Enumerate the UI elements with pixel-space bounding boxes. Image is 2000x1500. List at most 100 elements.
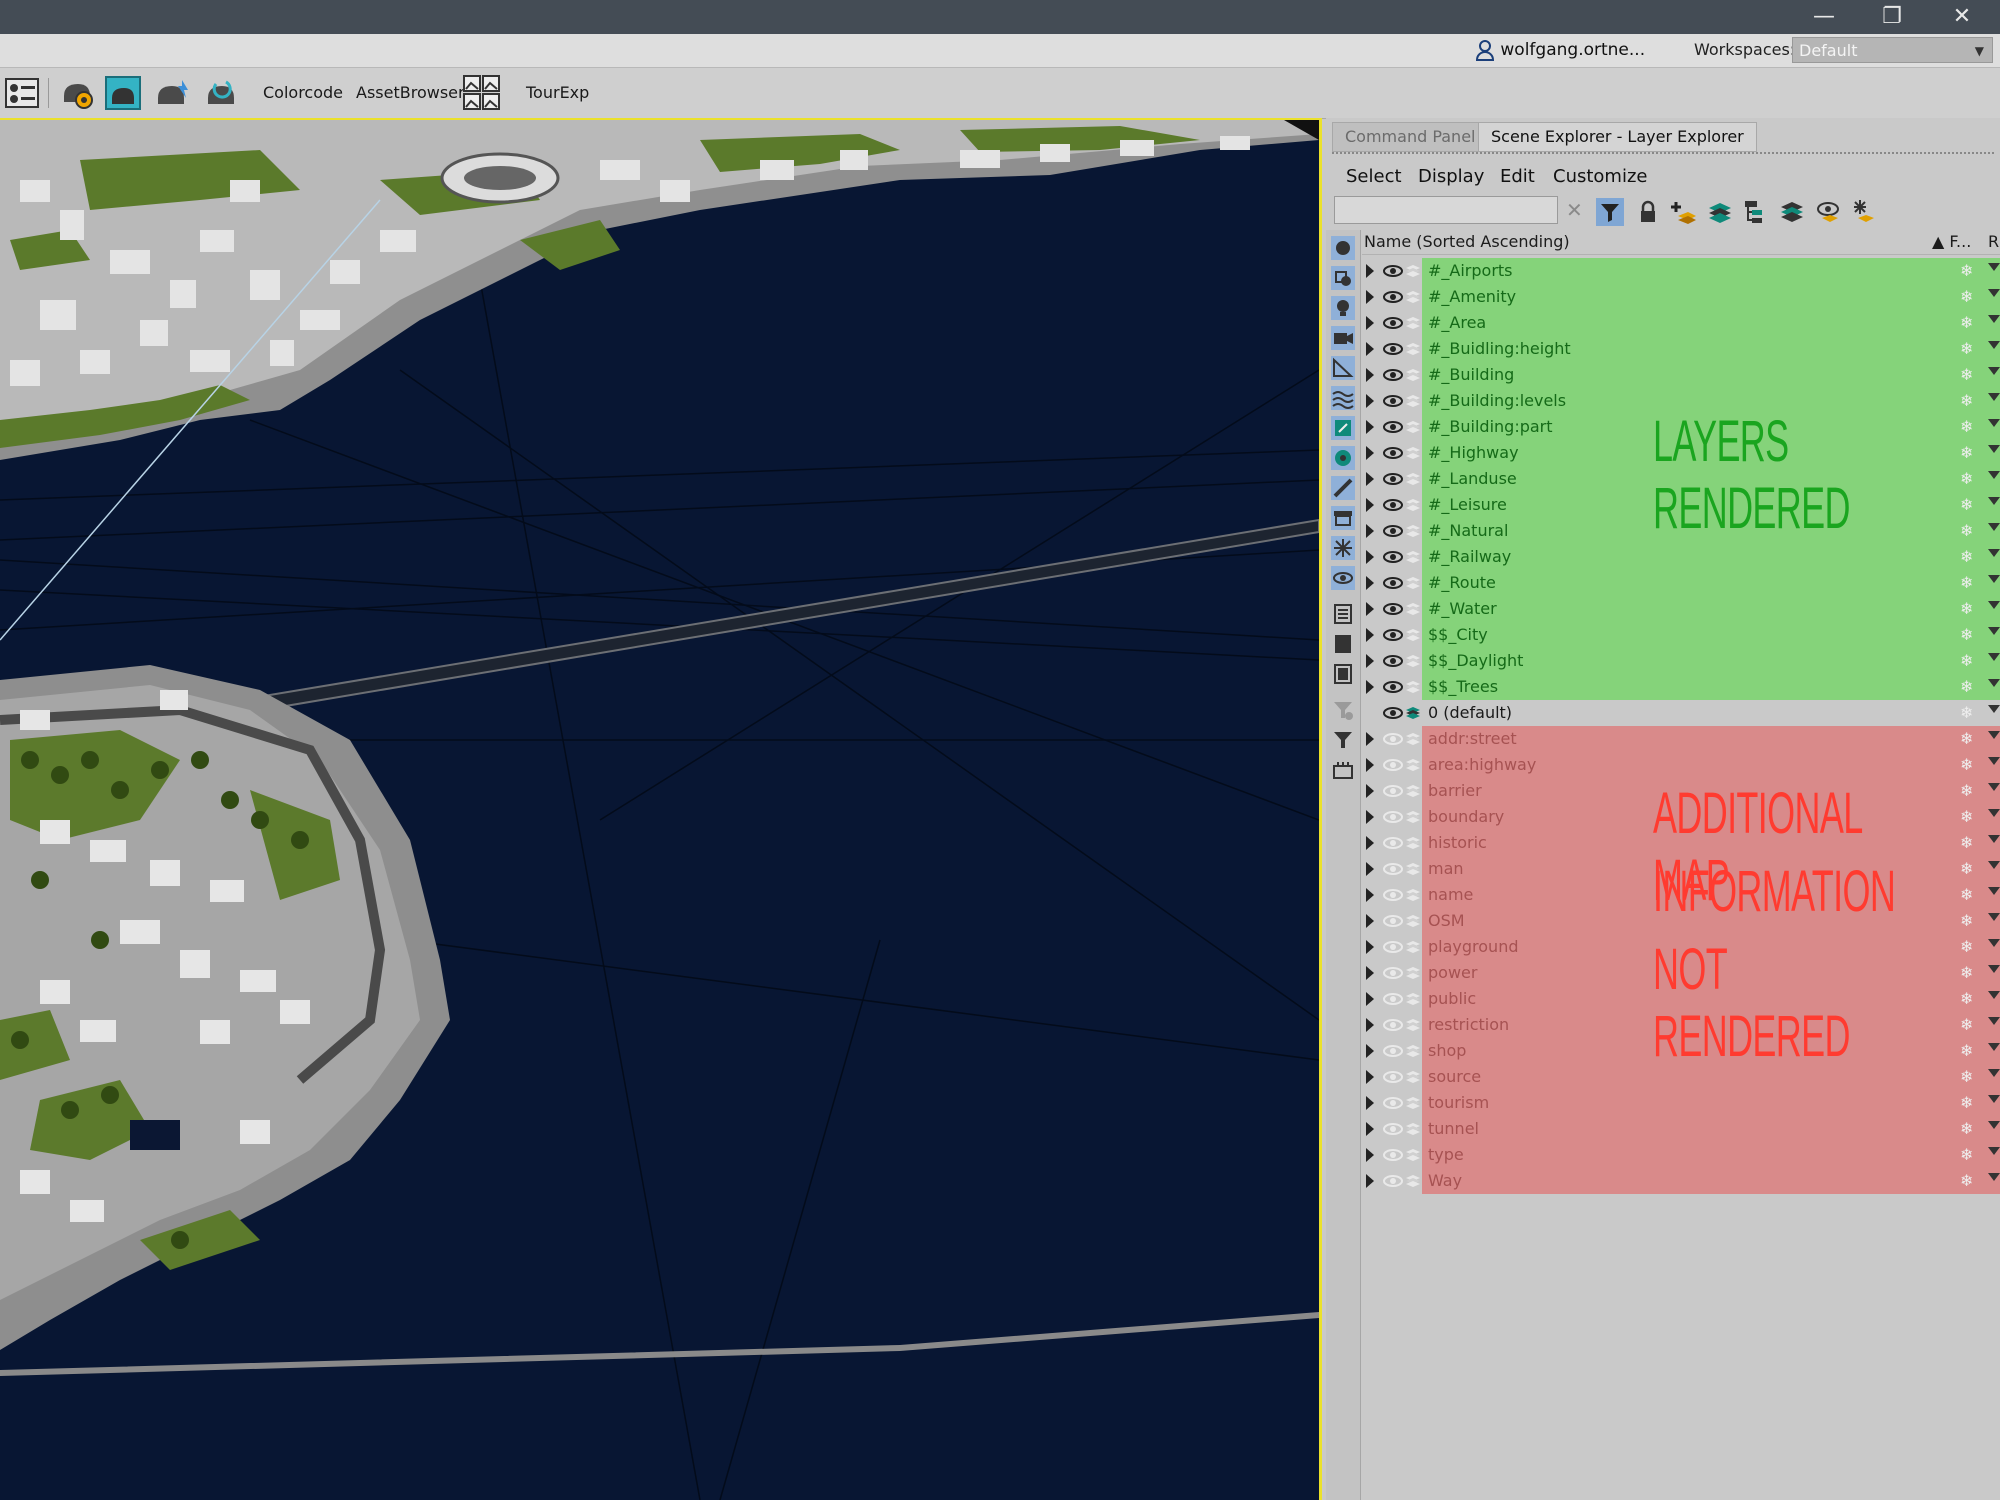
visibility-eye-icon[interactable] bbox=[1382, 705, 1404, 721]
expand-arrow-icon[interactable] bbox=[1366, 524, 1374, 538]
layer-row[interactable]: #_Buidling:height ❄ bbox=[1362, 336, 2000, 362]
freeze-snowflake-icon[interactable]: ❄ bbox=[1960, 366, 1976, 384]
layer-icon[interactable] bbox=[1405, 757, 1421, 773]
layer-name[interactable]: $$_City bbox=[1422, 622, 2000, 648]
render-dropdown-icon[interactable] bbox=[1988, 783, 2000, 791]
layer-icon[interactable] bbox=[1405, 1043, 1421, 1059]
freeze-snowflake-icon[interactable]: ❄ bbox=[1960, 522, 1976, 540]
freeze-snowflake-icon[interactable]: ❄ bbox=[1960, 1120, 1976, 1138]
expand-arrow-icon[interactable] bbox=[1366, 1044, 1374, 1058]
layer-row[interactable]: #_Railway ❄ bbox=[1362, 544, 2000, 570]
visibility-eye-icon[interactable] bbox=[1382, 393, 1404, 409]
render-dropdown-icon[interactable] bbox=[1988, 575, 2000, 583]
layer-icon[interactable] bbox=[1405, 1121, 1421, 1137]
visibility-eye-icon[interactable] bbox=[1382, 913, 1404, 929]
display-frozen-icon[interactable] bbox=[1331, 536, 1355, 560]
freeze-snowflake-icon[interactable]: ❄ bbox=[1960, 392, 1976, 410]
layer-row[interactable]: #_Airports ❄ bbox=[1362, 258, 2000, 284]
freeze-snowflake-icon[interactable]: ❄ bbox=[1960, 938, 1976, 956]
visibility-eye-icon[interactable] bbox=[1382, 809, 1404, 825]
hide-layer-icon[interactable] bbox=[1814, 198, 1842, 226]
expand-arrow-icon[interactable] bbox=[1366, 628, 1374, 642]
display-hidden-icon[interactable] bbox=[1331, 566, 1355, 590]
colorcode-button[interactable]: Colorcode bbox=[263, 83, 343, 102]
freeze-snowflake-icon[interactable]: ❄ bbox=[1960, 1042, 1976, 1060]
expand-arrow-icon[interactable] bbox=[1366, 576, 1374, 590]
freeze-snowflake-icon[interactable]: ❄ bbox=[1960, 548, 1976, 566]
layer-icon[interactable] bbox=[1405, 445, 1421, 461]
render-dropdown-icon[interactable] bbox=[1988, 1095, 2000, 1103]
layer-name[interactable]: 0 (default) bbox=[1422, 700, 2000, 726]
freeze-snowflake-icon[interactable]: ❄ bbox=[1960, 1172, 1976, 1190]
render-dropdown-icon[interactable] bbox=[1988, 497, 2000, 505]
visibility-eye-icon[interactable] bbox=[1382, 575, 1404, 591]
name-column-header[interactable]: Name (Sorted Ascending) bbox=[1364, 232, 1570, 251]
layer-row[interactable]: #_Building ❄ bbox=[1362, 362, 2000, 388]
freeze-snowflake-icon[interactable]: ❄ bbox=[1960, 1094, 1976, 1112]
render-dropdown-icon[interactable] bbox=[1988, 705, 2000, 713]
visibility-eye-icon[interactable] bbox=[1382, 1043, 1404, 1059]
layer-icon[interactable] bbox=[1405, 653, 1421, 669]
layer-icon[interactable] bbox=[1405, 575, 1421, 591]
visibility-eye-icon[interactable] bbox=[1382, 263, 1404, 279]
visibility-eye-icon[interactable] bbox=[1382, 1017, 1404, 1033]
render-iterative-icon[interactable] bbox=[202, 74, 242, 112]
freeze-snowflake-icon[interactable]: ❄ bbox=[1960, 1016, 1976, 1034]
close-button[interactable]: ✕ bbox=[1932, 0, 1992, 34]
perspective-viewport[interactable] bbox=[0, 118, 1322, 1500]
expand-arrow-icon[interactable] bbox=[1366, 1122, 1374, 1136]
visibility-eye-icon[interactable] bbox=[1382, 679, 1404, 695]
freeze-snowflake-icon[interactable]: ❄ bbox=[1960, 340, 1976, 358]
layer-name[interactable]: $$_Daylight bbox=[1422, 648, 2000, 674]
display-helpers-icon[interactable] bbox=[1331, 356, 1355, 380]
layer-name[interactable]: area:highway bbox=[1422, 752, 2000, 778]
expand-arrow-icon[interactable] bbox=[1366, 914, 1374, 928]
minimize-button[interactable]: — bbox=[1794, 0, 1854, 34]
expand-arrow-icon[interactable] bbox=[1366, 940, 1374, 954]
freeze-snowflake-icon[interactable]: ❄ bbox=[1960, 1146, 1976, 1164]
render-dropdown-icon[interactable] bbox=[1988, 627, 2000, 635]
display-spacewarps-icon[interactable] bbox=[1331, 386, 1355, 410]
visibility-eye-icon[interactable] bbox=[1382, 1121, 1404, 1137]
menu-select[interactable]: Select bbox=[1346, 166, 1402, 187]
layer-icon[interactable] bbox=[1405, 601, 1421, 617]
scene-explorer-settings-icon[interactable] bbox=[1331, 758, 1355, 782]
layer-icon[interactable] bbox=[1405, 731, 1421, 747]
display-bones-icon[interactable] bbox=[1331, 476, 1355, 500]
filter-toggle-icon[interactable] bbox=[1596, 198, 1624, 226]
layer-icon[interactable] bbox=[1405, 289, 1421, 305]
visibility-eye-icon[interactable] bbox=[1382, 341, 1404, 357]
freeze-snowflake-icon[interactable]: ❄ bbox=[1960, 1068, 1976, 1086]
visibility-eye-icon[interactable] bbox=[1382, 965, 1404, 981]
visibility-eye-icon[interactable] bbox=[1382, 523, 1404, 539]
freeze-snowflake-icon[interactable]: ❄ bbox=[1960, 808, 1976, 826]
layer-icon[interactable] bbox=[1405, 315, 1421, 331]
visibility-eye-icon[interactable] bbox=[1382, 887, 1404, 903]
freeze-snowflake-icon[interactable]: ❄ bbox=[1960, 886, 1976, 904]
restore-button[interactable]: ❐ bbox=[1862, 0, 1922, 34]
layer-name[interactable]: Way bbox=[1422, 1168, 2000, 1194]
layer-icon[interactable] bbox=[1405, 523, 1421, 539]
render-dropdown-icon[interactable] bbox=[1988, 263, 2000, 271]
expand-arrow-icon[interactable] bbox=[1366, 498, 1374, 512]
render-production-icon[interactable] bbox=[154, 74, 194, 112]
frozen-column-header[interactable]: ▲ F... bbox=[1932, 232, 1971, 251]
expand-arrow-icon[interactable] bbox=[1366, 888, 1374, 902]
expand-arrow-icon[interactable] bbox=[1366, 1070, 1374, 1084]
expand-arrow-icon[interactable] bbox=[1366, 862, 1374, 876]
visibility-eye-icon[interactable] bbox=[1382, 1069, 1404, 1085]
render-dropdown-icon[interactable] bbox=[1988, 1147, 2000, 1155]
layer-icon[interactable] bbox=[1405, 861, 1421, 877]
display-shapes-icon[interactable] bbox=[1331, 266, 1355, 290]
layer-icon[interactable] bbox=[1405, 913, 1421, 929]
freeze-snowflake-icon[interactable]: ❄ bbox=[1960, 574, 1976, 592]
freeze-layer-icon[interactable] bbox=[1850, 198, 1878, 226]
layer-icon[interactable] bbox=[1405, 835, 1421, 851]
tab-command-panel[interactable]: Command Panel bbox=[1332, 122, 1489, 152]
expand-arrow-icon[interactable] bbox=[1366, 1174, 1374, 1188]
layer-icon[interactable] bbox=[1405, 1069, 1421, 1085]
layer-row[interactable]: type ❄ bbox=[1362, 1142, 2000, 1168]
layer-name[interactable]: #_Railway bbox=[1422, 544, 2000, 570]
freeze-snowflake-icon[interactable]: ❄ bbox=[1960, 990, 1976, 1008]
freeze-snowflake-icon[interactable]: ❄ bbox=[1960, 444, 1976, 462]
